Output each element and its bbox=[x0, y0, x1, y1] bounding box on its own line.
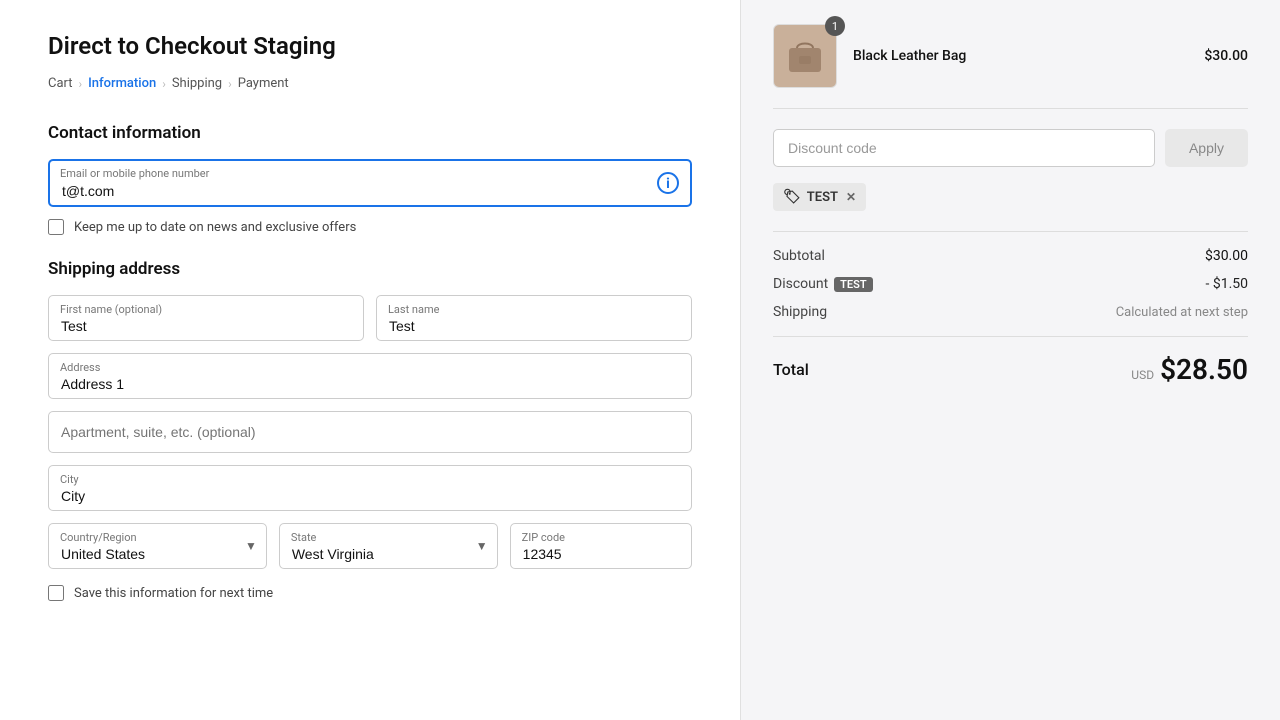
breadcrumb-sep-2: › bbox=[162, 77, 166, 91]
total-currency: USD bbox=[1131, 368, 1154, 382]
state-wrap: State West Virginia ▼ bbox=[279, 523, 498, 569]
product-image bbox=[773, 24, 837, 88]
svg-text:i: i bbox=[666, 176, 670, 192]
total-value-wrap: USD $28.50 bbox=[1131, 353, 1248, 386]
subtotal-value: $30.00 bbox=[1205, 248, 1248, 264]
breadcrumb-information[interactable]: Information bbox=[88, 76, 156, 91]
zip-input[interactable] bbox=[510, 523, 692, 569]
shipping-section-title: Shipping address bbox=[48, 259, 692, 279]
right-panel: 1 Black Leather Bag $30.00 Apply 🏷 TEST … bbox=[740, 0, 1280, 720]
city-wrap: City bbox=[48, 465, 692, 511]
breadcrumb-payment[interactable]: Payment bbox=[238, 76, 289, 91]
total-value: $28.50 bbox=[1160, 353, 1248, 386]
shipping-row: Shipping Calculated at next step bbox=[773, 304, 1248, 320]
save-info-label: Save this information for next time bbox=[74, 586, 273, 601]
save-info-checkbox-row: Save this information for next time bbox=[48, 585, 692, 601]
discount-row: Apply bbox=[773, 129, 1248, 167]
email-field-wrap: Email or mobile phone number i bbox=[48, 159, 692, 207]
newsletter-checkbox-row: Keep me up to date on news and exclusive… bbox=[48, 219, 692, 235]
shipping-value: Calculated at next step bbox=[1116, 305, 1248, 320]
discount-tag-icon: 🏷 bbox=[783, 189, 801, 205]
address2-wrap bbox=[48, 411, 692, 453]
subtotal-row: Subtotal $30.00 bbox=[773, 248, 1248, 264]
country-select[interactable]: United States bbox=[48, 523, 267, 569]
breadcrumb-cart[interactable]: Cart bbox=[48, 76, 73, 91]
discount-label-row: Discount TEST bbox=[773, 276, 873, 292]
state-select[interactable]: West Virginia bbox=[279, 523, 498, 569]
product-badge: 1 bbox=[825, 16, 845, 36]
email-input[interactable] bbox=[48, 159, 692, 207]
discount-input[interactable] bbox=[773, 129, 1155, 167]
discount-tag: 🏷 TEST ✕ bbox=[773, 183, 866, 211]
address-input[interactable] bbox=[48, 353, 692, 399]
discount-amount: - $1.50 bbox=[1205, 276, 1248, 292]
total-label: Total bbox=[773, 360, 809, 379]
last-name-input[interactable] bbox=[376, 295, 692, 341]
breadcrumb-sep-1: › bbox=[79, 77, 83, 91]
summary-section: Subtotal $30.00 Discount TEST - $1.50 Sh… bbox=[773, 231, 1248, 386]
apply-button[interactable]: Apply bbox=[1165, 129, 1248, 167]
first-name-input[interactable] bbox=[48, 295, 364, 341]
city-input[interactable] bbox=[48, 465, 692, 511]
newsletter-label: Keep me up to date on news and exclusive… bbox=[74, 220, 356, 235]
left-panel: Direct to Checkout Staging Cart › Inform… bbox=[0, 0, 740, 720]
product-price: $30.00 bbox=[1204, 48, 1248, 64]
breadcrumb-shipping[interactable]: Shipping bbox=[172, 76, 222, 91]
total-row: Total USD $28.50 bbox=[773, 336, 1248, 386]
last-name-wrap: Last name bbox=[376, 295, 692, 341]
discount-summary-row: Discount TEST - $1.50 bbox=[773, 276, 1248, 292]
product-row: 1 Black Leather Bag $30.00 bbox=[773, 24, 1248, 109]
name-row: First name (optional) Last name bbox=[48, 295, 692, 341]
first-name-wrap: First name (optional) bbox=[48, 295, 364, 341]
discount-code-badge: TEST bbox=[834, 277, 872, 292]
page-title: Direct to Checkout Staging bbox=[48, 32, 692, 60]
product-image-wrap: 1 bbox=[773, 24, 837, 88]
product-name: Black Leather Bag bbox=[853, 48, 1188, 64]
contact-icon: i bbox=[656, 171, 680, 195]
discount-tag-label: TEST bbox=[807, 190, 838, 205]
save-info-checkbox[interactable] bbox=[48, 585, 64, 601]
location-row: Country/Region United States ▼ State Wes… bbox=[48, 523, 692, 569]
address2-input[interactable] bbox=[48, 411, 692, 453]
discount-summary-label: Discount bbox=[773, 276, 828, 292]
shipping-label: Shipping bbox=[773, 304, 827, 320]
contact-section-title: Contact information bbox=[48, 123, 692, 143]
newsletter-checkbox[interactable] bbox=[48, 219, 64, 235]
address-wrap: Address bbox=[48, 353, 692, 399]
breadcrumb: Cart › Information › Shipping › Payment bbox=[48, 76, 692, 91]
discount-tag-remove[interactable]: ✕ bbox=[846, 190, 856, 204]
breadcrumb-sep-3: › bbox=[228, 77, 232, 91]
subtotal-label: Subtotal bbox=[773, 248, 825, 264]
country-wrap: Country/Region United States ▼ bbox=[48, 523, 267, 569]
zip-wrap: ZIP code bbox=[510, 523, 692, 569]
